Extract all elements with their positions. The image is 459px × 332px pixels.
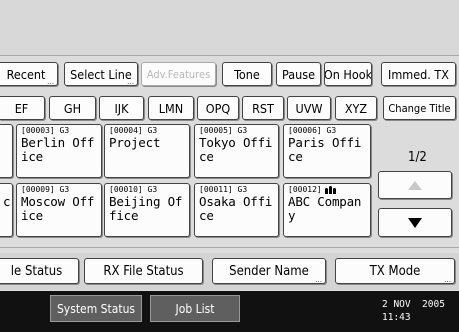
destination-name-line1: Moscow Off bbox=[21, 194, 95, 209]
tone-button[interactable]: Tone bbox=[222, 62, 272, 86]
tab-ijk[interactable]: IJK bbox=[99, 96, 144, 120]
destination-name-line1: Berlin Off bbox=[21, 135, 95, 150]
select-line-label: Select Line bbox=[70, 66, 132, 82]
destination-berlin-office[interactable]: [00003] G3 Berlin Off ice bbox=[16, 124, 102, 178]
tx-mode-label: TX Mode bbox=[369, 263, 421, 279]
job-list-label: Job List bbox=[175, 301, 215, 316]
date-display: 2 NOV 2005 bbox=[382, 299, 445, 310]
tx-mode-button[interactable]: TX Mode bbox=[335, 258, 455, 284]
group-icon bbox=[324, 186, 337, 194]
change-title-button[interactable]: Change Title bbox=[383, 96, 456, 120]
adv-features-button[interactable]: Adv.Features bbox=[141, 62, 216, 86]
immed-tx-label: Immed. TX bbox=[388, 66, 449, 82]
job-list-button[interactable]: Job List bbox=[150, 295, 240, 322]
change-title-label: Change Title bbox=[388, 101, 451, 115]
on-hook-button[interactable]: On Hook bbox=[324, 62, 372, 86]
divider bbox=[0, 247, 459, 248]
tab-ijk-label: IJK bbox=[114, 100, 129, 116]
on-hook-label: On Hook bbox=[324, 66, 372, 82]
page-up-button[interactable] bbox=[378, 171, 452, 199]
tab-rst[interactable]: RST bbox=[242, 96, 284, 120]
destination-name-line1: Beijing Of bbox=[109, 194, 183, 209]
message-area bbox=[0, 0, 459, 56]
system-bar: System Status Job List 2 NOV 2005 11:43 bbox=[0, 291, 459, 332]
destination-project[interactable]: [00004] G3 Project bbox=[104, 124, 190, 178]
tab-gh-label: GH bbox=[63, 100, 82, 116]
page-down-button[interactable] bbox=[378, 208, 452, 237]
time-display: 11:43 bbox=[382, 312, 411, 323]
adv-features-label: Adv.Features bbox=[146, 67, 211, 81]
page-indicator: 1/2 bbox=[408, 150, 427, 165]
destination-osaka-office[interactable]: [00011] G3 Osaka Offi ce bbox=[194, 183, 279, 237]
tab-opq[interactable]: OPQ bbox=[197, 96, 239, 120]
destination-name-line2: fice bbox=[109, 208, 139, 223]
destination-partial-row2[interactable]: c bbox=[0, 183, 13, 237]
destination-name-line2: ice bbox=[21, 149, 43, 164]
file-status-label: le Status bbox=[10, 263, 63, 279]
pause-button[interactable]: Pause bbox=[276, 62, 321, 86]
tab-lmn[interactable]: LMN bbox=[148, 96, 194, 120]
pause-label: Pause bbox=[281, 66, 316, 82]
rx-file-status-label: RX File Status bbox=[103, 263, 184, 279]
arrow-up-icon bbox=[408, 180, 422, 190]
destination-moscow-office[interactable]: [00009] G3 Moscow Off ice bbox=[16, 183, 102, 237]
tab-xyz[interactable]: XYZ bbox=[335, 96, 377, 120]
destination-partial-label: c bbox=[3, 194, 11, 209]
destination-name-line1: Paris Offi bbox=[288, 135, 362, 150]
destination-partial-row1[interactable] bbox=[0, 124, 13, 178]
destination-name-line1: Project bbox=[109, 135, 161, 150]
rx-file-status-button[interactable]: RX File Status bbox=[84, 258, 203, 284]
arrow-down-icon bbox=[408, 217, 422, 228]
tab-opq-label: OPQ bbox=[205, 100, 231, 116]
destination-name-line2: y bbox=[288, 208, 296, 223]
destination-abc-company[interactable]: [00012] ABC Compan y bbox=[283, 183, 371, 237]
select-line-button[interactable]: Select Line bbox=[64, 62, 138, 86]
recent-button[interactable]: Recent bbox=[0, 62, 58, 86]
destination-name-line2: ice bbox=[21, 208, 43, 223]
tab-uvw-label: UVW bbox=[295, 100, 323, 116]
destination-name-line2: ce bbox=[288, 149, 303, 164]
immed-tx-button[interactable]: Immed. TX bbox=[381, 62, 456, 86]
recent-label: Recent bbox=[6, 66, 46, 82]
tab-ef[interactable]: EF bbox=[0, 96, 45, 120]
destination-name-line2: ce bbox=[199, 149, 214, 164]
destination-name-line1: ABC Compan bbox=[288, 194, 362, 209]
tab-xyz-label: XYZ bbox=[344, 100, 368, 116]
destination-name-line1: Osaka Offi bbox=[199, 194, 273, 209]
sender-name-label: Sender Name bbox=[229, 263, 309, 279]
destination-tokyo-office[interactable]: [00005] G3 Tokyo Offi ce bbox=[194, 124, 279, 178]
tone-label: Tone bbox=[234, 66, 260, 82]
destination-name-line2: ce bbox=[199, 208, 214, 223]
tab-ef-label: EF bbox=[14, 100, 29, 116]
system-status-button[interactable]: System Status bbox=[50, 295, 142, 322]
destination-name-line1: Tokyo Offi bbox=[199, 135, 273, 150]
destination-paris-office[interactable]: [00006] G3 Paris Offi ce bbox=[283, 124, 371, 178]
destination-beijing-office[interactable]: [00010] G3 Beijing Of fice bbox=[104, 183, 190, 237]
tab-rst-label: RST bbox=[252, 100, 274, 116]
sender-name-button[interactable]: Sender Name bbox=[212, 258, 326, 284]
tab-uvw[interactable]: UVW bbox=[287, 96, 331, 120]
tab-lmn-label: LMN bbox=[158, 100, 184, 116]
system-status-label: System Status bbox=[56, 301, 136, 316]
tab-gh[interactable]: GH bbox=[49, 96, 96, 120]
file-status-button[interactable]: le Status bbox=[0, 258, 79, 284]
